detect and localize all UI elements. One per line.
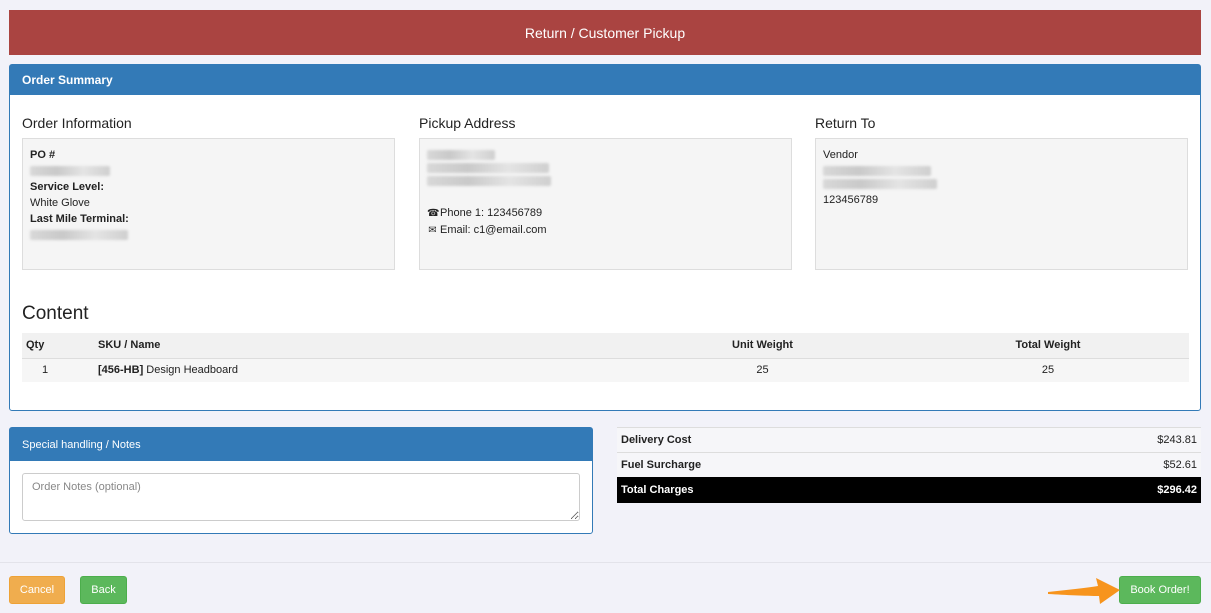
book-order-button[interactable]: Book Order! xyxy=(1119,576,1201,604)
return-to-type: Vendor xyxy=(823,149,858,161)
back-button[interactable]: Back xyxy=(80,576,127,604)
pickup-address-box: ☎Phone 1: 123456789 ✉ Email: c1@email.com xyxy=(419,138,792,270)
page-banner: Return / Customer Pickup xyxy=(9,10,1201,55)
table-row: 1 [456-HB] Design Headboard 25 25 xyxy=(22,358,1189,382)
row-unit-weight: 25 xyxy=(618,358,907,382)
return-to-column: Return To Vendor 123456789 xyxy=(815,115,1188,270)
pickup-name-redacted xyxy=(427,150,495,160)
cancel-button[interactable]: Cancel xyxy=(9,576,65,604)
pickup-email: Email: c1@email.com xyxy=(440,224,547,236)
fuel-surcharge-row: Fuel Surcharge $52.61 xyxy=(617,452,1201,478)
order-notes-textarea[interactable] xyxy=(22,473,580,521)
qty-column-header: Qty xyxy=(22,333,94,359)
content-title: Content xyxy=(22,303,89,324)
total-weight-column-header: Total Weight xyxy=(907,333,1189,359)
content-table: Qty SKU / Name Unit Weight Total Weight … xyxy=(22,333,1189,382)
total-charges-row: Total Charges $296.42 xyxy=(617,477,1201,503)
po-value-redacted xyxy=(30,166,110,176)
pickup-street-redacted xyxy=(427,163,549,173)
order-summary-panel: Order Summary Order Information PO # Ser… xyxy=(9,64,1201,411)
row-total-weight: 25 xyxy=(907,358,1189,382)
pickup-city-redacted xyxy=(427,176,551,186)
pickup-phone: Phone 1: 123456789 xyxy=(440,207,543,219)
row-qty: 1 xyxy=(22,358,94,382)
unit-weight-column-header: Unit Weight xyxy=(618,333,907,359)
order-summary-title: Order Summary xyxy=(22,73,113,87)
content-table-header: Qty SKU / Name Unit Weight Total Weight xyxy=(22,333,1189,359)
row-sku: [456-HB] xyxy=(98,364,144,377)
order-information-box: PO # Service Level: White Glove Last Mil… xyxy=(22,138,395,270)
notes-title: Special handling / Notes xyxy=(22,438,141,451)
envelope-icon: ✉ xyxy=(428,225,437,236)
charges-table: Delivery Cost $243.81 Fuel Surcharge $52… xyxy=(617,427,1201,503)
row-name: Design Headboard xyxy=(143,364,239,377)
order-information-heading: Order Information xyxy=(22,115,132,131)
return-to-box: Vendor 123456789 xyxy=(815,138,1188,270)
pickup-address-heading: Pickup Address xyxy=(419,115,516,131)
return-to-address-redacted xyxy=(823,179,937,189)
total-charges-value: $296.42 xyxy=(995,477,1201,503)
last-mile-terminal-label: Last Mile Terminal: xyxy=(30,213,129,225)
po-label: PO # xyxy=(30,149,56,161)
pickup-address-column: Pickup Address ☎Phone 1: 123456789 ✉ Emai… xyxy=(419,115,792,270)
sku-column-header: SKU / Name xyxy=(94,333,618,359)
service-level-value: White Glove xyxy=(30,197,90,209)
delivery-cost-value: $243.81 xyxy=(995,427,1201,453)
total-charges-label: Total Charges xyxy=(617,477,996,503)
delivery-cost-row: Delivery Cost $243.81 xyxy=(617,427,1201,453)
delivery-cost-label: Delivery Cost xyxy=(617,427,996,453)
notes-panel: Special handling / Notes xyxy=(9,427,593,534)
fuel-surcharge-label: Fuel Surcharge xyxy=(617,452,996,478)
service-level-label: Service Level: xyxy=(30,181,104,193)
return-to-name-redacted xyxy=(823,166,931,176)
return-to-phone: 123456789 xyxy=(823,194,879,206)
page-title: Return / Customer Pickup xyxy=(524,24,686,41)
order-information-column: Order Information PO # Service Level: Wh… xyxy=(22,115,395,270)
fuel-surcharge-value: $52.61 xyxy=(995,452,1201,478)
row-sku-name: [456-HB] Design Headboard xyxy=(94,358,618,382)
notes-header: Special handling / Notes xyxy=(10,428,592,461)
phone-icon: ☎ xyxy=(427,208,440,219)
return-to-heading: Return To xyxy=(815,115,876,131)
footer-divider xyxy=(0,562,1211,563)
last-mile-terminal-redacted xyxy=(30,230,128,240)
order-summary-header: Order Summary xyxy=(10,65,1200,95)
arrow-pointer-icon xyxy=(1048,578,1120,604)
